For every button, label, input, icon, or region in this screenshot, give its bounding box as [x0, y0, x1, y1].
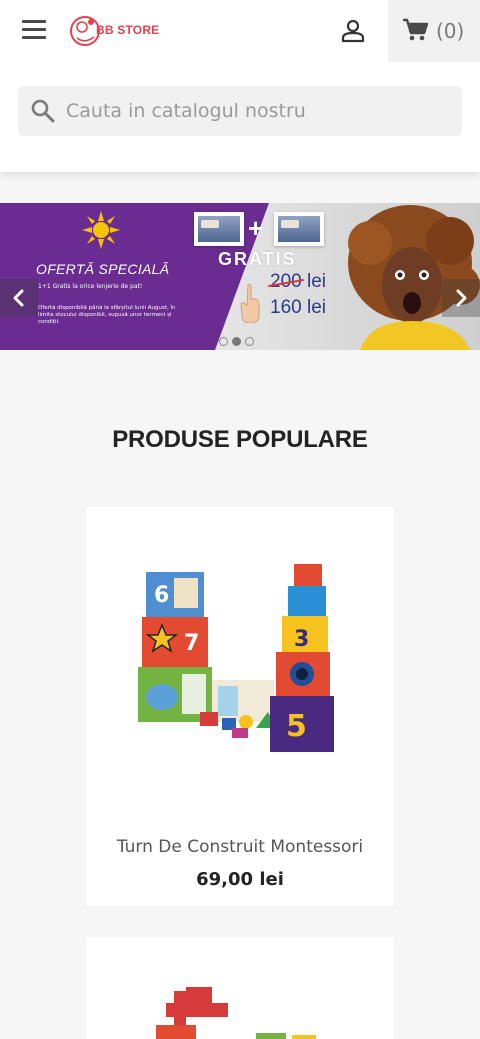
carousel-next-button[interactable] [442, 279, 480, 317]
offer-line: 1+1 Gratis la orice lenjerie de pat! [38, 283, 143, 290]
product-image[interactable] [116, 983, 376, 1039]
svg-text:3: 3 [294, 627, 309, 652]
carousel-indicators [219, 331, 258, 350]
chevron-left-icon [13, 289, 24, 307]
cart-button[interactable]: (0) [388, 0, 480, 62]
user-icon[interactable] [340, 18, 366, 44]
sun-icon [82, 211, 120, 249]
old-price: 200 lei [270, 271, 326, 292]
search-bar[interactable] [18, 86, 462, 136]
product-price: 69,00 lei [196, 869, 284, 890]
bedding-image [194, 212, 244, 246]
carousel-prev-button[interactable] [0, 279, 38, 317]
pointing-hand-icon [240, 283, 260, 323]
search-icon[interactable] [30, 98, 56, 124]
new-price: 160 lei [270, 297, 326, 318]
hamburger-menu-icon[interactable] [22, 20, 46, 40]
product-card[interactable]: 6 7 3 5 Turn De Construit Montessori 69,… [86, 507, 394, 906]
svg-text:5: 5 [286, 709, 307, 744]
product-card[interactable] [86, 937, 394, 1039]
chevron-right-icon [456, 289, 467, 307]
search-input[interactable] [66, 86, 446, 136]
svg-text:6: 6 [154, 583, 169, 608]
gratis-label: GRATIS [218, 249, 297, 269]
product-name[interactable]: Turn De Construit Montessori [86, 837, 394, 857]
carousel-dot-active[interactable] [232, 337, 241, 346]
product-image[interactable]: 6 7 3 5 [136, 562, 346, 762]
excited-woman-image [348, 205, 480, 350]
shopping-cart-icon [403, 18, 429, 41]
offer-title: OFERTĂ SPECIALĂ [36, 261, 170, 277]
site-header: BB STORE (0) [0, 0, 480, 62]
promo-carousel[interactable]: OFERTĂ SPECIALĂ 1+1 Gratis la orice lenj… [0, 203, 480, 350]
search-section [0, 62, 480, 172]
offer-terms: Ofertă disponibilă până la sfârșitul lun… [38, 305, 176, 325]
store-logo[interactable]: BB STORE [68, 10, 164, 52]
carousel-dot[interactable] [245, 337, 254, 346]
cart-count: (0) [436, 19, 465, 43]
plus-sign: + [248, 213, 264, 243]
section-title: PRODUSE POPULARE [112, 426, 368, 453]
logo-text: BB STORE [96, 23, 160, 37]
bedding-image [274, 212, 324, 246]
svg-text:7: 7 [184, 631, 199, 656]
carousel-dot[interactable] [219, 337, 228, 346]
